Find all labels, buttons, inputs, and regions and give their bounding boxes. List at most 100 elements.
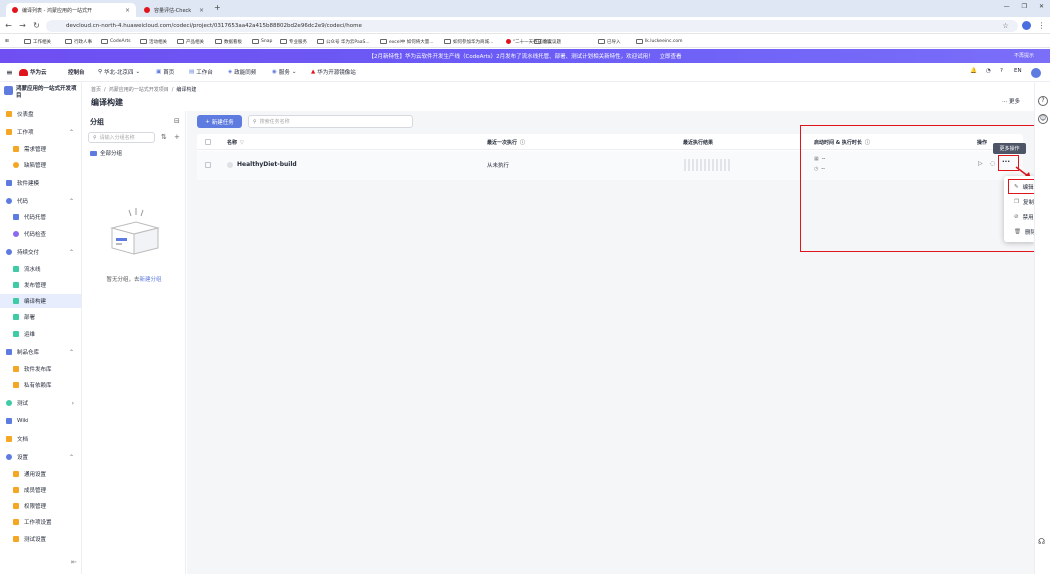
bookmark[interactable]: 产品相关 [177, 37, 204, 46]
sidebar-item-release[interactable]: 发布管理 [0, 278, 81, 292]
notification-icon[interactable]: 🔔 [970, 68, 977, 74]
sidebar-item-private-repo[interactable]: 私有依赖库 [0, 378, 81, 392]
sidebar-item-settings[interactable]: 设置 ⌃ [0, 450, 81, 464]
sidebar-item-members[interactable]: 成员管理 [0, 483, 81, 497]
bookmark[interactable]: CodeArts [101, 37, 131, 46]
sidebar-item-repo[interactable]: 代码托管 [0, 210, 81, 224]
language-switch[interactable]: EN [1014, 68, 1022, 74]
brand-logo[interactable]: 华为云 [19, 68, 47, 76]
bookmark[interactable]: 专业服务 [280, 37, 307, 46]
task-name[interactable]: HealthyDiet-build [237, 161, 297, 168]
close-window-icon[interactable]: ✕ [1039, 3, 1044, 10]
dismiss-banner-button[interactable]: 不再提示 [1014, 52, 1034, 59]
sidebar-item-workitem-settings[interactable]: 工作项设置 [0, 515, 81, 529]
sidebar-item-dashboard[interactable]: 仪表盘 [0, 107, 81, 121]
menu-item-disable[interactable]: ⊘ 禁用 [1004, 209, 1036, 224]
banner-link[interactable]: 立即查看 [659, 54, 681, 60]
chevron-up-icon: ⌃ [68, 348, 74, 356]
close-icon[interactable]: × [125, 7, 130, 14]
bookmark[interactable]: 公众号 华为云PaaS... [317, 37, 370, 46]
sidebar-item-defects[interactable]: 缺陷管理 [0, 158, 81, 172]
group-search-input[interactable]: ⚲ 请输入分组名称 [88, 132, 155, 143]
folder-icon [380, 39, 387, 44]
help-icon[interactable]: ? [1000, 68, 1003, 74]
sidebar-item-artifacts[interactable]: 制品仓库 ⌃ [0, 345, 81, 359]
menu-icon[interactable]: ⋮ [1036, 20, 1047, 31]
nav-campaign[interactable]: ◈ 政能同频 [228, 68, 256, 76]
sidebar-item-delivery[interactable]: 持续交付 ⌃ [0, 245, 81, 259]
headset-icon[interactable]: ☊ [1038, 537, 1045, 546]
feedback-icon[interactable]: ☺ [1038, 114, 1048, 124]
project-title[interactable]: 鸿蒙应用的一站式开发项目 [4, 86, 80, 100]
nav-services[interactable]: ◉ 服务 ⌄ [272, 68, 296, 76]
bookmark[interactable]: excel中 如何将大量... [380, 37, 434, 46]
console-link[interactable]: 控制台 [68, 68, 85, 76]
sort-icon[interactable]: ⇅ [161, 133, 167, 141]
add-group-icon[interactable]: + [174, 133, 180, 141]
profile-avatar[interactable] [1022, 21, 1031, 30]
nav-partner[interactable]: ▲ 华为开源镜像站 [311, 68, 356, 76]
sidebar-item-ops[interactable]: 运维 [0, 327, 81, 341]
user-avatar[interactable] [1031, 68, 1041, 78]
bookmark[interactable]: 如何参加华为商城... [444, 37, 493, 46]
bookmark[interactable]: lk.luckeeinc.com [636, 37, 682, 46]
help-circle-icon[interactable]: ? [1038, 96, 1048, 106]
collapse-panel-icon[interactable]: ⊟ [174, 117, 180, 125]
breadcrumb-item[interactable]: 鸿蒙应用的一站式开发项目 [109, 86, 169, 93]
bookmark[interactable]: 会议议题 [534, 37, 561, 46]
sidebar-item-permissions[interactable]: 权限管理 [0, 499, 81, 513]
nav-workbench[interactable]: ▤ 工作台 [189, 68, 213, 76]
new-tab-icon[interactable]: + [214, 3, 221, 12]
sidebar-item-deploy[interactable]: 部署 [0, 310, 81, 324]
collapse-sidebar-icon[interactable]: ⇤ [71, 558, 77, 566]
result-placeholder-bars [684, 159, 730, 171]
url-field[interactable]: devcloud.cn-north-4.huaweicloud.com/code… [46, 20, 1018, 32]
reload-icon[interactable]: ↻ [31, 20, 42, 31]
bookmark[interactable]: 行政人事 [65, 37, 92, 46]
sidebar-item-requirements[interactable]: 需求管理 [0, 142, 81, 156]
sidebar-item-release-repo[interactable]: 软件发布库 [0, 362, 81, 376]
breadcrumb-item[interactable]: 首页 [91, 86, 101, 93]
sidebar-item-workitems[interactable]: 工作项 ⌃ [0, 125, 81, 139]
sidebar-item-general[interactable]: 通用设置 [0, 467, 81, 481]
apps-icon[interactable]: ⊞ [5, 37, 9, 46]
close-icon[interactable]: × [199, 7, 204, 14]
bookmark[interactable]: 已导入 [598, 37, 621, 46]
menu-item-copy[interactable]: ❐ 复制 [1004, 194, 1036, 209]
row-checkbox[interactable] [205, 162, 211, 168]
select-all-checkbox[interactable] [205, 139, 211, 145]
hamburger-icon[interactable]: ≡ [6, 68, 13, 77]
last-exec-value: 从未执行 [487, 163, 510, 169]
back-icon[interactable]: ← [3, 20, 14, 31]
sidebar-item-build[interactable]: 编译构建 [0, 294, 81, 308]
status-icon[interactable]: ◔ [986, 68, 991, 74]
task-search-input[interactable]: ⚲ 搜索任务名称 [248, 115, 413, 128]
menu-item-delete[interactable]: 🗑 删除 [1004, 224, 1036, 239]
forward-icon[interactable]: → [17, 20, 28, 31]
filter-icon[interactable]: ▽ [240, 140, 244, 146]
browser-tab[interactable]: 容量评估-Check × [138, 3, 210, 17]
bookmark[interactable]: 工作相关 [24, 37, 51, 46]
star-icon[interactable]: ☆ [1000, 20, 1011, 31]
sidebar-item-modeling[interactable]: 软件建模 [0, 176, 81, 190]
more-button[interactable]: ··· 更多 [1002, 97, 1020, 105]
sidebar-item-pipeline[interactable]: 流水线 [0, 262, 81, 276]
bookmark[interactable]: Snap [252, 37, 272, 46]
region-selector[interactable]: ⚲ 华北-北京四 ⌄ [98, 68, 140, 76]
sidebar-item-test[interactable]: 测试 › [0, 396, 81, 410]
info-icon[interactable]: ⓘ [520, 139, 525, 146]
browser-tab-active[interactable]: 编译列表 - 鸿蒙应用的一站式开 × [6, 3, 136, 17]
sidebar-item-test-settings[interactable]: 测试设置 [0, 532, 81, 546]
new-task-button[interactable]: + 新建任务 [197, 115, 242, 128]
nav-home[interactable]: ▣ 首页 [156, 68, 174, 76]
all-groups-item[interactable]: 全部分组 [90, 149, 122, 157]
maximize-icon[interactable]: ❐ [1022, 3, 1027, 10]
sidebar-item-code[interactable]: 代码 ⌃ [0, 194, 81, 208]
create-group-link[interactable]: 新建分组 [140, 277, 162, 283]
sidebar-item-docs[interactable]: 文档 [0, 432, 81, 446]
minimize-icon[interactable]: — [1004, 3, 1010, 10]
sidebar-item-wiki[interactable]: Wiki [0, 414, 81, 428]
sidebar-item-codecheck[interactable]: 代码检查 [0, 227, 81, 241]
bookmark[interactable]: 数据看板 [215, 37, 242, 46]
bookmark[interactable]: 活动相关 [140, 37, 167, 46]
